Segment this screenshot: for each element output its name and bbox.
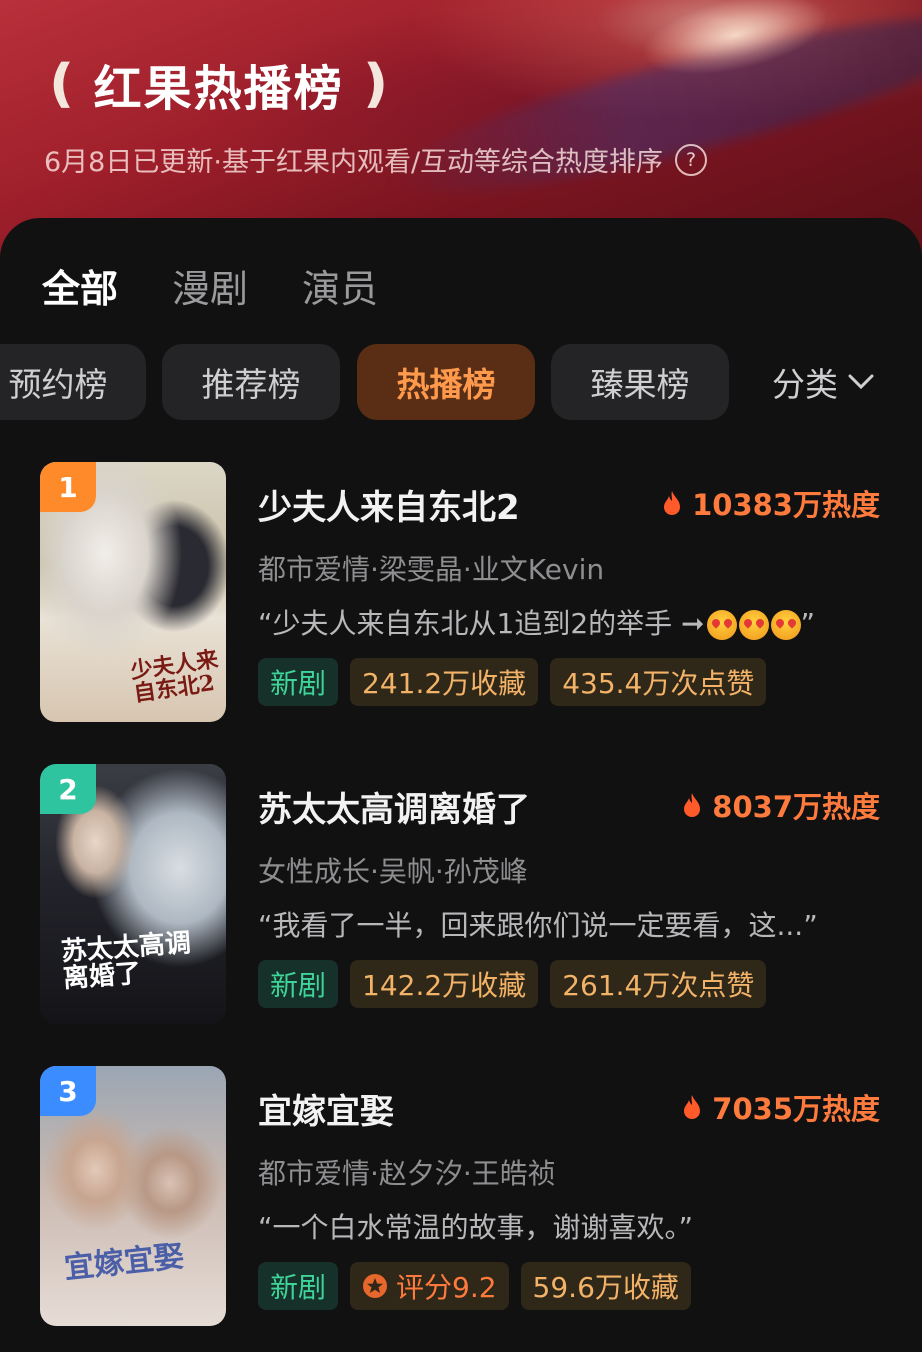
like-count-badge: 435.4万次点赞 [550, 658, 767, 706]
rating-text: 评分9.2 [396, 1271, 497, 1304]
drama-title[interactable]: 苏太太高调离婚了 [258, 782, 530, 831]
genre-cast: 都市爱情·赵夕汐·王皓祯 [258, 1157, 556, 1190]
like-count-badge: 261.4万次点赞 [550, 960, 767, 1008]
page-title: 红果热播榜 [93, 61, 344, 117]
laurel-left-icon: ❪ [40, 54, 84, 114]
genre-cast: 女性成长·吴帆·孙茂峰 [258, 855, 528, 888]
new-badge: 新剧 [258, 658, 339, 706]
heat-score: 10383万热度 [662, 482, 880, 524]
rank-badge: 1 [40, 462, 96, 512]
list-item[interactable]: 3 宜嫁宜娶 宜嫁宜娶 7035万热度 都市爱情·赵夕汐·王皓祯 “一个白水常温… [40, 1066, 890, 1328]
new-badge: 新剧 [258, 1262, 339, 1310]
rank-badge: 3 [40, 1066, 96, 1116]
heart-eyes-emoji-icon [738, 610, 769, 640]
poster-image[interactable]: 2 苏太太高调离婚了 [40, 764, 226, 1024]
drama-title[interactable]: 少夫人来自东北2 [258, 480, 520, 529]
list-item[interactable]: 1 少夫人来自东北2 少夫人来自东北2 10383万热度 都市爱情·梁雯晶·业文… [40, 462, 890, 724]
poster-image[interactable]: 3 宜嫁宜娶 [40, 1066, 226, 1326]
collect-count-badge: 142.2万收藏 [350, 960, 539, 1008]
collect-count-badge: 241.2万收藏 [350, 658, 539, 706]
title-row: ❪ 红果热播榜 ❫ [40, 44, 397, 124]
heat-score: 8037万热度 [682, 784, 880, 826]
chip-reservation[interactable]: 预约榜 [0, 344, 146, 420]
drama-title[interactable]: 宜嫁宜娶 [258, 1084, 394, 1133]
tab-actors[interactable]: 演员 [302, 258, 378, 313]
badge-row: 新剧 142.2万收藏 261.4万次点赞 [258, 960, 767, 1008]
main-tabs: 全部 漫剧 演员 [42, 258, 378, 313]
rank-badge: 2 [40, 764, 96, 814]
heat-value: 8037万热度 [712, 790, 880, 824]
collect-count-badge: 59.6万收藏 [520, 1262, 691, 1310]
category-dropdown[interactable]: 分类 [772, 344, 874, 420]
poster-image[interactable]: 1 少夫人来自东北2 [40, 462, 226, 722]
flame-icon [684, 793, 701, 817]
chip-premium[interactable]: 臻果榜 [551, 344, 729, 420]
list-item[interactable]: 2 苏太太高调离婚了 苏太太高调离婚了 8037万热度 女性成长·吴帆·孙茂峰 … [40, 764, 890, 1026]
heat-score: 7035万热度 [682, 1086, 880, 1128]
flame-icon [684, 1095, 701, 1119]
update-note: 6月8日已更新·基于红果内观看/互动等综合热度排序 ? [44, 140, 708, 179]
poster-title-art: 苏太太高调离婚了 [60, 928, 192, 995]
heat-value: 7035万热度 [712, 1092, 880, 1126]
genre-cast: 都市爱情·梁雯晶·业文Kevin [258, 553, 605, 586]
tab-animated[interactable]: 漫剧 [172, 258, 248, 313]
comment-quote: “少夫人来自东北从1追到2的举手 ➞ ” [258, 602, 815, 642]
question-icon[interactable]: ? [675, 143, 708, 176]
tab-all[interactable]: 全部 [42, 258, 118, 313]
new-badge: 新剧 [258, 960, 339, 1008]
badge-row: 新剧 评分9.2 59.6万收藏 [258, 1262, 691, 1310]
star-icon [363, 1274, 388, 1298]
comment-close-quote: ” [800, 607, 816, 640]
heat-value: 10383万热度 [692, 488, 880, 522]
comment-text: “少夫人来自东北从1追到2的举手 ➞ [258, 607, 705, 640]
heart-eyes-emoji-icon [770, 610, 801, 640]
chevron-down-icon [848, 374, 874, 390]
comment-quote: “我看了一半，回来跟你们说一定要看，这...” [258, 909, 818, 942]
laurel-right-icon: ❫ [353, 54, 398, 114]
category-label: 分类 [772, 365, 838, 404]
flame-icon [664, 491, 681, 515]
poster-title-art: 少夫人来自东北2 [128, 646, 220, 708]
comment-quote: “一个白水常温的故事，谢谢喜欢。” [258, 1211, 694, 1244]
poster-title-art: 宜嫁宜娶 [62, 1238, 186, 1287]
rating-badge: 评分9.2 [350, 1262, 509, 1310]
badge-row: 新剧 241.2万收藏 435.4万次点赞 [258, 658, 767, 706]
chip-recommend[interactable]: 推荐榜 [162, 344, 340, 420]
heart-eyes-emoji-icon [706, 610, 737, 640]
chip-hot[interactable]: 热播榜 [357, 344, 535, 420]
update-note-text: 6月8日已更新·基于红果内观看/互动等综合热度排序 [44, 147, 664, 178]
